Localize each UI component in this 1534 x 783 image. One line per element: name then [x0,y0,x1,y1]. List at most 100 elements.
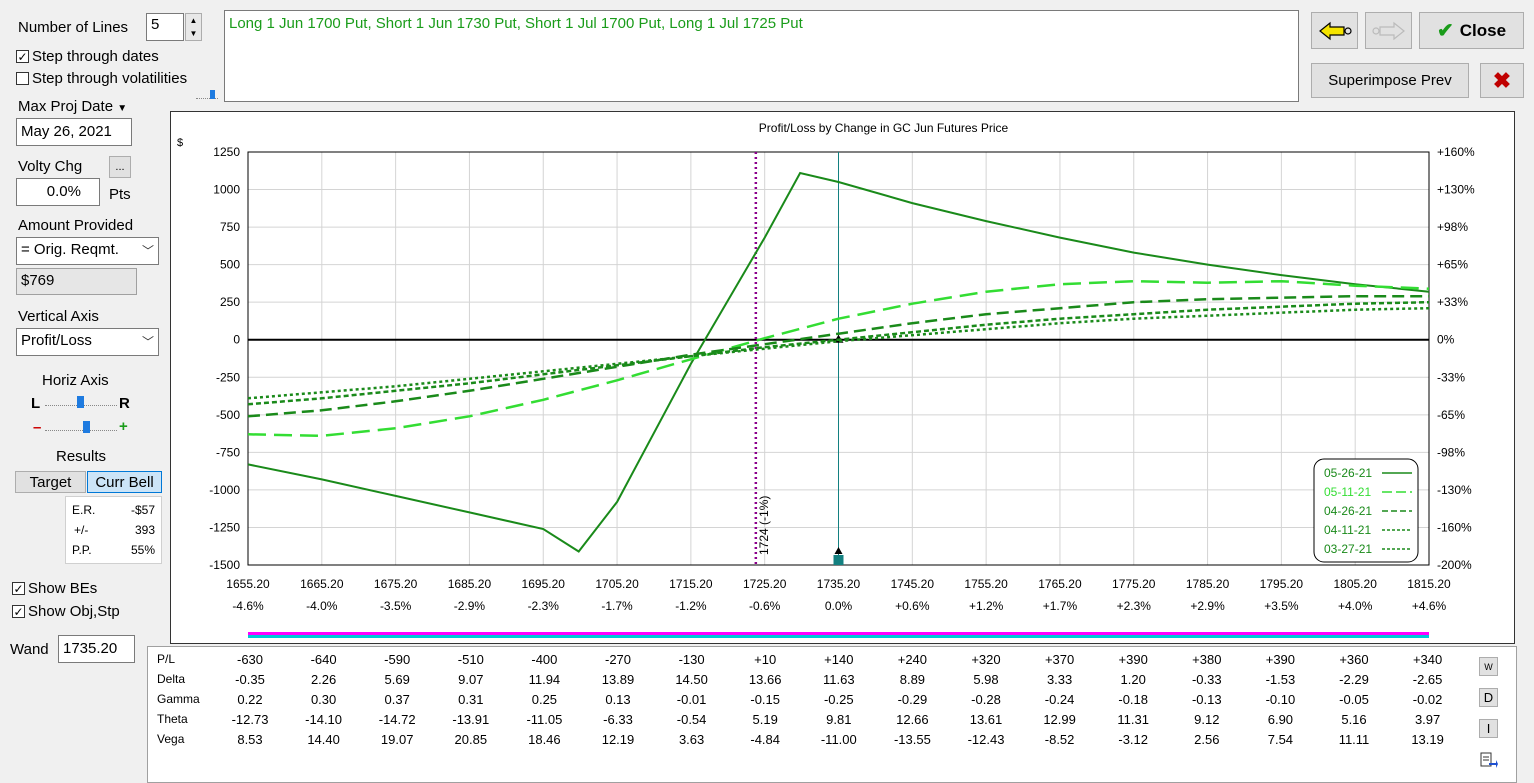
results-label: Results [56,448,107,465]
volty-input[interactable]: 0.0% [16,178,100,206]
er-value: -$57 [130,503,155,517]
y2-tick-label: -130% [1437,483,1472,497]
greek-cell: 3.63 [678,732,705,747]
chevron-down-icon: ﹀ [141,244,154,258]
x-tick-label: 1805.20 [1333,577,1377,591]
max-proj-date-label[interactable]: Max Proj Date ▼ [18,98,127,115]
show-obj-label: Show Obj,Stp [28,603,120,620]
y-tick-label: 1000 [213,183,240,197]
y2-tick-label: -160% [1437,520,1472,534]
greek-cell: -0.33 [1191,672,1222,687]
delete-x-button[interactable]: ✖ [1480,63,1524,98]
greeks-i-button[interactable]: I [1479,719,1498,738]
greek-cell: 12.19 [601,732,635,747]
greek-cell: +320 [971,652,1001,667]
volty-options-button[interactable]: ... [109,156,131,178]
y-tick-label: 0 [233,333,240,347]
num-lines-spinner[interactable]: ▲ ▼ [185,13,202,41]
x-pct-tick-label: -1.2% [675,599,707,613]
greek-cell: 0.30 [310,692,337,707]
vertical-axis-select[interactable]: Profit/Loss ﹀ [16,328,159,356]
back-button[interactable] [1311,12,1358,49]
vol-step-slider[interactable] [196,90,218,100]
greek-cell: 5.98 [973,672,999,687]
step-vols-checkbox[interactable]: Step through volatilities [16,70,187,87]
greek-cell: -0.25 [823,692,854,707]
show-bes-checkbox[interactable]: ✓ Show BEs [12,580,97,597]
y-tick-label: -1000 [209,483,240,497]
amount-provided-label: Amount Provided [18,217,134,234]
step-vols-label: Step through volatilities [32,70,188,87]
wand-marker [833,555,844,565]
greek-cell: 5.19 [752,712,778,727]
x-tick-label: 1765.20 [1038,577,1082,591]
greek-cell: 13.66 [748,672,782,687]
stddev-value: 393 [134,523,155,537]
x-pct-tick-label: +2.9% [1190,599,1225,613]
num-lines-label: Number of Lines [18,19,129,36]
greek-cell: 11.94 [528,672,561,687]
greek-cell: 0.22 [237,692,263,707]
greek-cell: 14.40 [307,732,340,747]
greek-cell: -3.12 [1118,732,1148,747]
volty-chg-label: Volty Chg [18,158,83,175]
greek-cell: -13.91 [452,712,490,727]
forward-button[interactable] [1365,12,1412,49]
er-label: E.R. [72,503,96,517]
curr-bell-tab[interactable]: Curr Bell [87,471,162,493]
amount-provided-select[interactable]: = Orig. Reqmt. ﹀ [16,237,159,265]
y-tick-label: 250 [220,295,240,309]
x-tick-label: 1775.20 [1112,577,1156,591]
greek-cell: 7.54 [1267,732,1294,747]
horiz-zoom-slider[interactable] [45,421,117,435]
max-proj-date-input[interactable]: May 26, 2021 [16,118,132,146]
num-lines-input[interactable]: 5 [146,13,184,41]
x-pct-tick-label: +1.2% [969,599,1004,613]
y2-tick-label: +33% [1437,295,1468,309]
profit-loss-chart[interactable]: Profit/Loss by Change in GC Jun Futures … [170,111,1515,644]
superimpose-prev-button[interactable]: Superimpose Prev [1311,63,1469,98]
export-icon[interactable] [1479,751,1498,770]
x-tick-label: 1725.20 [743,577,787,591]
y2-tick-label: -200% [1437,558,1472,572]
greek-cell: -630 [236,652,264,667]
range-bar-magenta [248,632,1429,635]
zoom-out-label: – [33,419,42,436]
close-button[interactable]: ✔ Close [1419,12,1524,49]
show-obj-checkbox[interactable]: ✓ Show Obj,Stp [12,603,120,620]
greek-cell: +360 [1339,652,1369,667]
greek-cell: -8.52 [1044,732,1075,747]
greek-row-label: Theta [157,712,188,726]
greeks-d-button[interactable]: D [1479,688,1498,707]
strategy-description[interactable]: Long 1 Jun 1700 Put, Short 1 Jun 1730 Pu… [224,10,1299,102]
greek-cell: 0.13 [605,692,631,707]
checkbox-check-icon: ✓ [12,604,25,619]
x-icon: ✖ [1492,67,1512,93]
greek-cell: +390 [1265,652,1296,667]
step-dates-checkbox[interactable]: ✓ Step through dates [16,48,159,65]
wand-input[interactable]: 1735.20 [58,635,135,663]
chart-svg[interactable]: Profit/Loss by Change in GC Jun Futures … [171,112,1514,643]
y-tick-label: 750 [220,220,240,234]
target-tab[interactable]: Target [15,471,86,493]
x-tick-label: 1795.20 [1260,577,1304,591]
greek-cell: 0.31 [458,692,484,707]
greek-cell: -12.43 [967,732,1005,747]
greek-cell: -4.84 [750,732,780,747]
x-pct-tick-label: -1.7% [601,599,633,613]
greek-cell: -640 [310,652,337,667]
horiz-pan-slider[interactable] [45,396,117,410]
greek-cell: 6.90 [1267,712,1294,727]
greek-cell: -13.55 [893,732,931,747]
greek-cell: -0.35 [235,672,265,687]
vertical-axis-value: Profit/Loss [21,332,92,349]
volty-unit: Pts [109,186,131,203]
stddev-label: +/- [74,523,89,537]
horiz-axis-label: Horiz Axis [42,372,109,389]
legend-label: 03-27-21 [1324,542,1372,556]
show-bes-label: Show BEs [28,580,98,597]
greeks-w-button[interactable]: W [1479,657,1498,676]
greek-cell: 0.37 [384,692,410,707]
greek-cell: 9.81 [826,712,852,727]
greek-cell: 2.56 [1194,732,1220,747]
